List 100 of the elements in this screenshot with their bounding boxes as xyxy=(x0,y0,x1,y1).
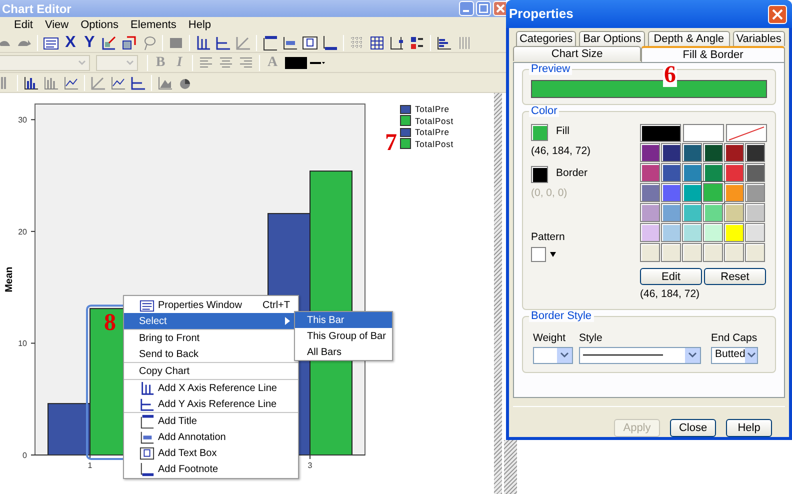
legend-icon[interactable] xyxy=(409,34,425,50)
color-swatch[interactable] xyxy=(703,223,723,242)
color-swatch[interactable] xyxy=(661,143,681,162)
tab[interactable]: Depth & Angle xyxy=(648,31,730,46)
axis-icon[interactable] xyxy=(195,34,211,50)
menu-item[interactable]: Add Annotation xyxy=(124,429,298,445)
color-swatch[interactable] xyxy=(661,243,681,262)
no-color-swatch[interactable] xyxy=(726,124,767,142)
menu-item[interactable]: Add Text Box xyxy=(124,445,298,461)
close-button[interactable] xyxy=(493,1,506,16)
color-swatch[interactable] xyxy=(640,223,660,242)
line-chart-icon[interactable] xyxy=(63,74,79,90)
color-swatch[interactable] xyxy=(640,243,660,262)
close-button[interactable] xyxy=(768,4,787,24)
menu-item[interactable]: This Bar xyxy=(295,312,392,328)
color-swatch[interactable] xyxy=(640,203,660,222)
bar-chart-icon[interactable] xyxy=(436,34,452,50)
menu-item[interactable]: Copy Chart xyxy=(124,363,298,379)
axis-button[interactable]: Y xyxy=(80,34,99,52)
text-box-icon[interactable] xyxy=(302,34,318,50)
menu-item[interactable]: Help xyxy=(182,16,218,34)
color-swatch[interactable] xyxy=(745,163,765,182)
color-swatch[interactable] xyxy=(745,223,765,242)
menu-item[interactable]: This Group of Bar xyxy=(295,328,392,344)
tab[interactable]: Bar Options xyxy=(579,31,646,46)
menu-item[interactable]: Bring to Front xyxy=(124,330,298,346)
menu-item[interactable]: Send to Back xyxy=(124,346,298,362)
color-swatch[interactable] xyxy=(703,183,723,202)
menu-item[interactable]: All Bars xyxy=(295,344,392,360)
color-swatch[interactable] xyxy=(661,163,681,182)
frame-icon[interactable] xyxy=(262,34,278,50)
align-right-icon[interactable] xyxy=(238,54,254,70)
menu-item[interactable]: Add X Axis Reference Line xyxy=(124,380,298,396)
button[interactable]: Edit xyxy=(640,268,702,285)
frame-icon[interactable] xyxy=(282,34,298,50)
color-swatch[interactable] xyxy=(682,223,702,242)
color-swatch[interactable] xyxy=(703,203,723,222)
axis-button[interactable]: X xyxy=(61,34,80,52)
color-swatch[interactable] xyxy=(724,243,744,262)
frame-icon[interactable] xyxy=(322,34,338,50)
tab[interactable]: Variables xyxy=(732,31,786,46)
color-swatch[interactable] xyxy=(682,183,702,202)
minimize-button[interactable] xyxy=(459,1,474,16)
button[interactable]: Close xyxy=(670,419,716,437)
close-icon xyxy=(496,4,504,13)
color-swatch[interactable] xyxy=(682,243,702,262)
color-swatch[interactable] xyxy=(640,124,681,142)
color-swatch[interactable] xyxy=(724,223,744,242)
bar-chart-icon[interactable] xyxy=(23,74,39,90)
button[interactable]: Help xyxy=(726,419,772,437)
color-swatch[interactable] xyxy=(703,163,723,182)
color-swatch[interactable] xyxy=(661,223,681,242)
line-chart-icon[interactable] xyxy=(110,74,126,90)
color-swatch[interactable] xyxy=(661,183,681,202)
menu-item[interactable]: Add Footnote xyxy=(124,461,298,477)
menu-item[interactable]: View xyxy=(38,16,75,34)
color-swatch[interactable] xyxy=(724,183,744,202)
menu-item[interactable]: Add Y Axis Reference Line xyxy=(124,396,298,412)
tab[interactable]: Fill & Border xyxy=(641,46,785,62)
dropdown[interactable]: Butted xyxy=(711,346,758,364)
menu-item[interactable]: Properties Window Ctrl+T xyxy=(124,297,298,313)
color-swatch[interactable] xyxy=(724,203,744,222)
menu-item[interactable]: Elements xyxy=(124,16,182,34)
menu-item[interactable]: Edit xyxy=(8,16,39,34)
color-swatch[interactable] xyxy=(640,183,660,202)
window-title: Chart Editor xyxy=(1,0,72,18)
axis-icon[interactable] xyxy=(215,34,231,50)
axis-scale-icon[interactable] xyxy=(101,34,117,50)
color-swatch[interactable] xyxy=(682,203,702,222)
color-swatch[interactable] xyxy=(531,124,548,141)
color-swatch[interactable] xyxy=(640,163,660,182)
color-swatch[interactable] xyxy=(682,163,702,182)
color-swatch[interactable] xyxy=(745,203,765,222)
color-swatch[interactable] xyxy=(285,56,307,68)
axis-icon[interactable] xyxy=(130,74,146,90)
color-swatch[interactable] xyxy=(703,243,723,262)
color-swatch[interactable] xyxy=(724,143,744,162)
grid-icon[interactable] xyxy=(369,34,385,50)
color-swatch[interactable] xyxy=(683,124,724,142)
color-swatch[interactable] xyxy=(745,143,765,162)
color-swatch[interactable] xyxy=(703,143,723,162)
menu-item[interactable]: Add Title xyxy=(124,413,298,429)
menu-item[interactable]: Options xyxy=(74,16,125,34)
color-swatch[interactable] xyxy=(745,243,765,262)
maximize-button[interactable] xyxy=(476,1,491,16)
color-swatch[interactable] xyxy=(682,143,702,162)
axis-icon[interactable] xyxy=(389,34,405,50)
tab[interactable]: Chart Size xyxy=(513,46,642,61)
color-swatch[interactable] xyxy=(745,183,765,202)
list-icon[interactable] xyxy=(43,34,59,50)
group-title: Preview xyxy=(529,63,572,75)
button[interactable]: Reset xyxy=(704,268,766,285)
pattern-swatch[interactable] xyxy=(531,247,546,262)
dropdown[interactable] xyxy=(579,346,701,364)
dropdown-arrow-icon[interactable] xyxy=(550,252,556,258)
color-swatch[interactable] xyxy=(640,143,660,162)
tab[interactable]: Categories xyxy=(516,31,576,46)
color-swatch[interactable] xyxy=(724,163,744,182)
color-swatch[interactable] xyxy=(661,203,681,222)
resize-icon[interactable] xyxy=(121,34,137,50)
